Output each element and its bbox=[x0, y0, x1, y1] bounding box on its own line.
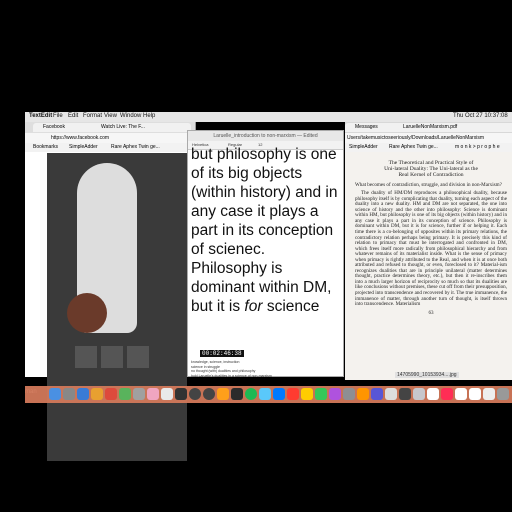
app-icon[interactable] bbox=[189, 388, 201, 400]
launchpad-icon[interactable] bbox=[63, 388, 75, 400]
app-icon[interactable] bbox=[385, 388, 397, 400]
pdf-address-bar[interactable]: Users/takemusictoseeriously/Downloads/La… bbox=[345, 133, 512, 143]
app-icon[interactable] bbox=[231, 388, 243, 400]
pdf-address-text: Users/takemusictoseeriously/Downloads/La… bbox=[347, 135, 484, 141]
app-icon[interactable] bbox=[315, 388, 327, 400]
desktop-file-label[interactable]: 14705990_10153934....jpg bbox=[395, 372, 459, 378]
pdf-tab-strip: Messages LaruelleNonMarxism.pdf bbox=[345, 122, 512, 133]
menu-app-name[interactable]: TextEdit bbox=[29, 113, 52, 119]
bookmark-simpleadder[interactable]: SimpleAdder bbox=[349, 143, 378, 152]
thumbnail[interactable] bbox=[127, 346, 149, 368]
pdf-page: The Theoretical and Practical Style of U… bbox=[355, 160, 507, 316]
menu-view[interactable]: View bbox=[104, 113, 117, 119]
editor-italic-text: for bbox=[244, 298, 263, 315]
downloads-icon[interactable] bbox=[483, 388, 495, 400]
mail-icon[interactable] bbox=[91, 388, 103, 400]
video-thumbnail-strip bbox=[75, 346, 185, 368]
pdf-page-number: 63 bbox=[428, 309, 434, 316]
video-timestamp: 00:02:46:38 bbox=[200, 350, 244, 357]
pdf-bookmarks-bar: SimpleAdder Rare Aphex Twin ge... m o n … bbox=[345, 143, 512, 152]
tab-pdf[interactable]: LaruelleNonMarxism.pdf bbox=[393, 123, 512, 132]
pdf-section-title: The Theoretical and Practical Style of U… bbox=[384, 160, 478, 179]
spotify-icon[interactable] bbox=[245, 388, 257, 400]
caption-notes: knowledge, science, instruction science … bbox=[191, 360, 272, 378]
menu-edit[interactable]: Edit bbox=[68, 113, 78, 119]
trash-icon[interactable] bbox=[497, 388, 509, 400]
app-icon[interactable] bbox=[301, 388, 313, 400]
bookmark-monk[interactable]: m o n k > p r o p h e bbox=[455, 143, 500, 152]
editor-text-area[interactable]: but philosophy is one of its big objects… bbox=[191, 145, 341, 316]
pdf-question: What becomes of contradiction, struggle,… bbox=[355, 181, 502, 188]
app-icon[interactable] bbox=[287, 388, 299, 400]
bookmarks-bar: Bookmarks SimpleAdder Rare Aphex Twin ge… bbox=[25, 143, 195, 152]
thumbnail[interactable] bbox=[101, 346, 123, 368]
browser-tab-strip: Facebook Watch Live: The F... bbox=[25, 122, 195, 133]
tab-pdf-label: LaruelleNonMarxism.pdf bbox=[403, 124, 458, 130]
messages-icon[interactable] bbox=[119, 388, 131, 400]
bookmark-aphex[interactable]: Rare Aphex Twin ge... bbox=[389, 143, 438, 152]
finder-icon[interactable] bbox=[49, 388, 61, 400]
thumbnail[interactable] bbox=[75, 346, 97, 368]
bookmark-simpleadder[interactable]: SimpleAdder bbox=[69, 143, 98, 152]
editor-title-bar[interactable]: Laruelle_introduction to non-marxism — E… bbox=[188, 131, 343, 141]
menu-file[interactable]: File bbox=[53, 113, 63, 119]
app-icon[interactable] bbox=[399, 388, 411, 400]
app-icon[interactable] bbox=[343, 388, 355, 400]
safari-icon[interactable] bbox=[77, 388, 89, 400]
app-icon[interactable] bbox=[441, 388, 453, 400]
browser-window: Facebook Watch Live: The F... https://ww… bbox=[25, 122, 196, 461]
tab-facebook-label: Facebook bbox=[43, 124, 65, 130]
menu-window[interactable]: Window bbox=[120, 113, 141, 119]
violin-image bbox=[67, 293, 107, 333]
app-icon[interactable] bbox=[217, 388, 229, 400]
settings-icon[interactable] bbox=[133, 388, 145, 400]
editor-title: Laruelle_introduction to non-marxism — E… bbox=[213, 133, 318, 139]
pdf-paragraph: The duality of HM/DM reproduces a philos… bbox=[355, 190, 507, 308]
app-icon[interactable] bbox=[427, 388, 439, 400]
app-icon[interactable] bbox=[357, 388, 369, 400]
video-player[interactable] bbox=[47, 153, 187, 461]
app-icon[interactable] bbox=[371, 388, 383, 400]
menu-help[interactable]: Help bbox=[143, 113, 155, 119]
menu-clock[interactable]: Thu Oct 27 10:37:08 bbox=[453, 113, 508, 119]
tab-watch-live-label: Watch Live: The F... bbox=[101, 124, 145, 130]
tab-watch-live[interactable]: Watch Live: The F... bbox=[91, 123, 191, 132]
app-icon[interactable] bbox=[329, 388, 341, 400]
document-icon[interactable] bbox=[455, 388, 467, 400]
textedit-window: Laruelle_introduction to non-marxism — E… bbox=[187, 130, 344, 378]
app-icon[interactable] bbox=[203, 388, 215, 400]
app-icon[interactable] bbox=[259, 388, 271, 400]
app-icon[interactable] bbox=[413, 388, 425, 400]
document-icon[interactable] bbox=[469, 388, 481, 400]
chrome-icon[interactable] bbox=[105, 388, 117, 400]
tab-messages-label: Messages bbox=[355, 124, 378, 130]
bookmark-aphex[interactable]: Rare Aphex Twin ge... bbox=[111, 143, 160, 152]
address-bar[interactable]: https://www.facebook.com bbox=[25, 133, 195, 143]
screen: { "menubar": { "app": "TextEdit", "items… bbox=[0, 0, 512, 512]
pdf-viewer-window: Messages LaruelleNonMarxism.pdf Users/ta… bbox=[345, 122, 512, 380]
app-icon[interactable] bbox=[273, 388, 285, 400]
textedit-icon[interactable] bbox=[175, 388, 187, 400]
menu-format[interactable]: Format bbox=[83, 113, 102, 119]
calendar-icon[interactable] bbox=[161, 388, 173, 400]
editor-tail-text: science bbox=[262, 298, 320, 315]
bookmark-bookmarks[interactable]: Bookmarks bbox=[33, 143, 58, 152]
editor-body-text: but philosophy is one of its big objects… bbox=[191, 146, 338, 315]
menu-bar: TextEdit File Edit Format View Window He… bbox=[25, 112, 512, 122]
tab-facebook[interactable]: Facebook bbox=[33, 123, 98, 132]
itunes-icon[interactable] bbox=[147, 388, 159, 400]
address-bar-text: https://www.facebook.com bbox=[51, 135, 110, 141]
dock bbox=[25, 386, 512, 403]
tab-messages[interactable]: Messages bbox=[345, 123, 400, 132]
